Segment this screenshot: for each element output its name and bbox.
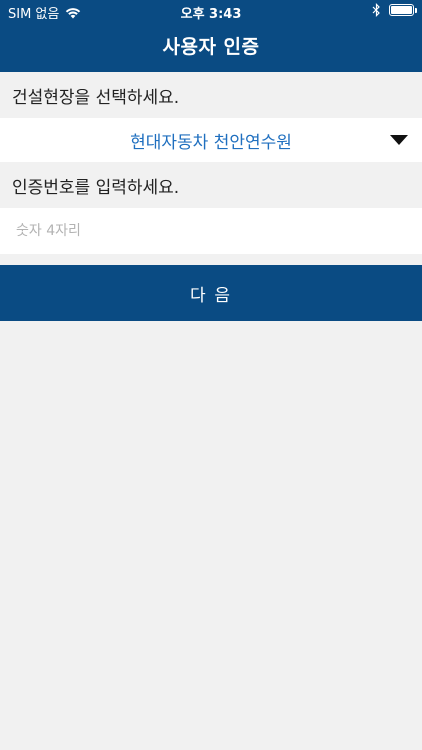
site-select[interactable]: 현대자동차 천안연수원: [0, 118, 422, 162]
auth-code-label: 인증번호를 입력하세요.: [0, 162, 422, 208]
battery-icon: [389, 4, 417, 16]
battery-fill: [391, 6, 412, 14]
battery-tip: [415, 8, 417, 13]
auth-screen: SIM 없음 오후 3:43 사용자 인증 건설현장을 선택하세요. 현대자동차…: [0, 0, 422, 750]
auth-code-input[interactable]: [0, 208, 422, 254]
auth-code-field: [0, 208, 422, 254]
chevron-down-icon[interactable]: [390, 135, 408, 145]
header: SIM 없음 오후 3:43 사용자 인증: [0, 0, 422, 72]
bluetooth-icon: [372, 3, 380, 17]
page-title: 사용자 인증: [162, 36, 260, 58]
status-right: [372, 3, 417, 17]
next-button[interactable]: 다 음: [0, 265, 422, 321]
site-label: 건설현장을 선택하세요.: [0, 72, 422, 118]
site-select-value: 현대자동차 천안연수원: [130, 132, 292, 153]
status-time: 오후 3:43: [180, 7, 242, 22]
status-bar: SIM 없음 오후 3:43: [0, 0, 422, 22]
